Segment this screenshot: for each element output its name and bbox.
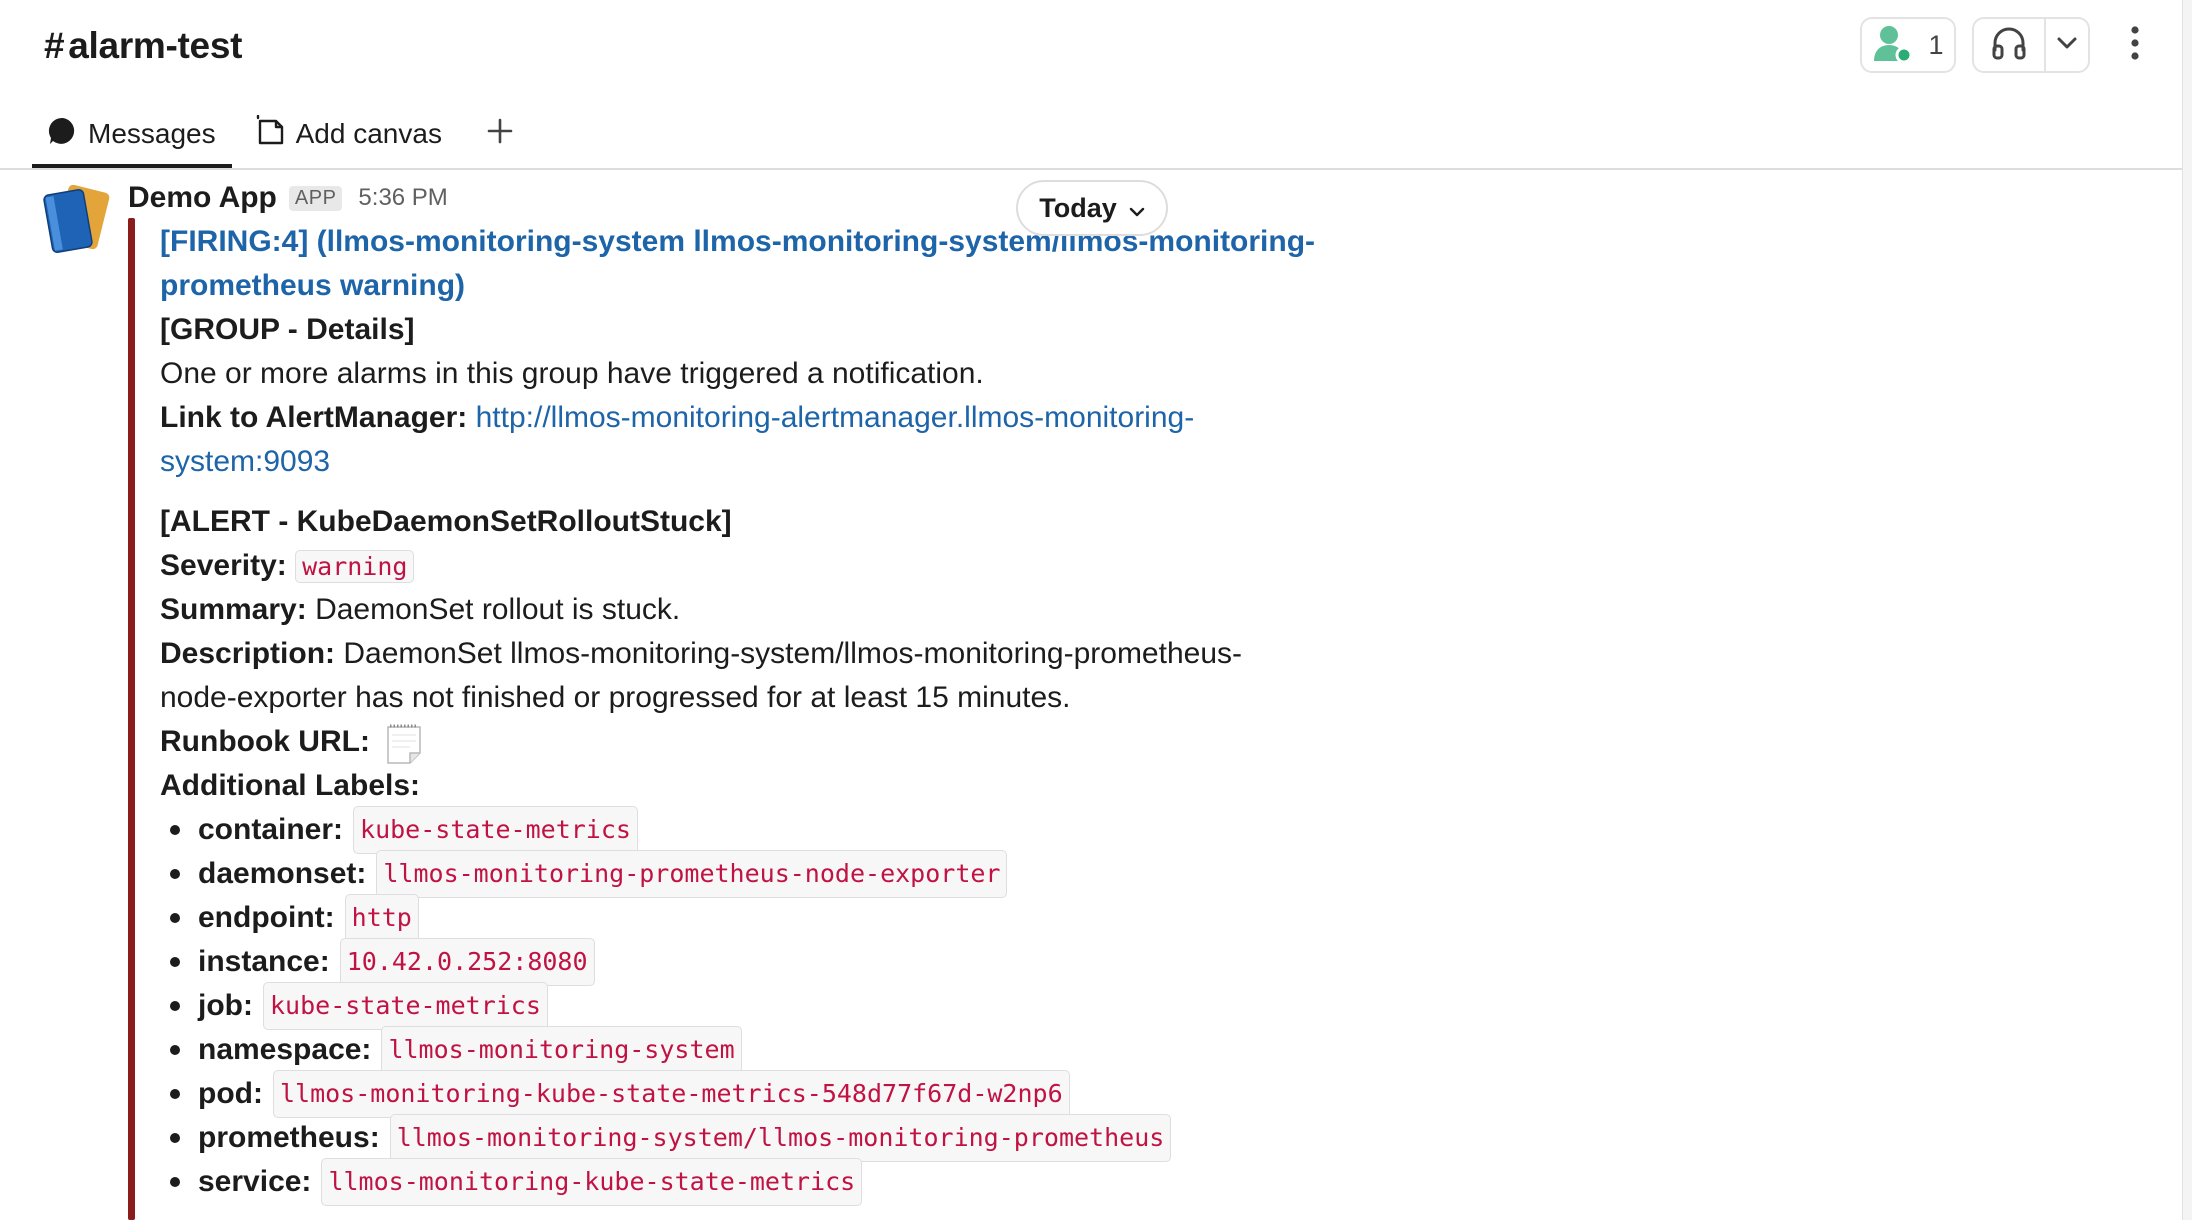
attachment-color-bar [128, 218, 135, 1220]
label-value: http [344, 894, 419, 942]
canvas-icon [256, 114, 286, 154]
label-value: kube-state-metrics [353, 806, 638, 854]
tab-add-canvas[interactable]: Add canvas [240, 104, 458, 164]
label-key: namespace: [198, 1033, 372, 1066]
label-value: 10.42.0.252:8080 [339, 938, 595, 986]
member-count: 1 [1928, 29, 1944, 60]
labels-list: container: kube-state-metrics daemonset: ll… [160, 806, 1260, 1206]
list-item: container: kube-state-metrics [160, 806, 1260, 854]
huddle-options-button[interactable] [2046, 19, 2088, 71]
list-item: endpoint: http [160, 894, 1260, 942]
description-value: DaemonSet llmos-monitoring-system/llmos-… [343, 637, 1242, 670]
chevron-down-icon [1129, 193, 1145, 224]
label-value: llmos-monitoring-system [381, 1026, 742, 1074]
labels-heading: Additional Labels: [160, 769, 421, 802]
description-value-cont: node-exporter has not finished or progre… [160, 681, 1071, 714]
scrollbar-track[interactable] [2182, 0, 2192, 1220]
group-text: One or more alarms in this group have tr… [160, 357, 984, 390]
message-attachment: [FIRING:4] (llmos-monitoring-system llmo… [160, 220, 1315, 1206]
vertical-dots-icon [2130, 25, 2140, 66]
bullet-icon [170, 1133, 180, 1143]
avatar[interactable] [40, 182, 114, 256]
tab-label: Add canvas [295, 118, 442, 149]
channel-title[interactable]: # alarm-test [44, 22, 242, 70]
huddle-button[interactable] [1974, 19, 2046, 71]
list-item: daemonset: llmos-monitoring-prometheus-no… [160, 850, 1260, 898]
notepad-icon[interactable] [384, 721, 424, 765]
bullet-icon [170, 1177, 180, 1187]
alert-title-link-cont[interactable]: prometheus warning) [160, 269, 465, 302]
plus-icon [486, 117, 514, 152]
list-item: instance: 10.42.0.252:8080 [160, 938, 1260, 986]
label-key: pod: [198, 1077, 263, 1110]
bullet-icon [170, 1045, 180, 1055]
message-header: Demo App APP 5:36 PM [128, 178, 448, 218]
list-item: job: kube-state-metrics [160, 982, 1260, 1030]
label-key: instance: [198, 945, 330, 978]
list-item: namespace: llmos-monitoring-system [160, 1026, 1260, 1074]
chevron-down-icon [2056, 36, 2078, 55]
huddle-controls [1972, 17, 2090, 73]
label-key: service: [198, 1165, 312, 1198]
alertmanager-link[interactable]: http://llmos-monitoring-alertmanager.llm… [476, 401, 1195, 434]
alertmanager-link-label: Link to AlertManager: [160, 401, 468, 434]
tab-messages[interactable]: Messages [32, 104, 232, 168]
alert-heading: [ALERT - KubeDaemonSetRolloutStuck] [160, 505, 732, 538]
summary-value: DaemonSet rollout is stuck. [315, 593, 681, 626]
bullet-icon [170, 1001, 180, 1011]
bullet-icon [170, 1089, 180, 1099]
list-item: service: llmos-monitoring-kube-state-metr… [160, 1158, 1260, 1206]
date-label: Today [1039, 192, 1117, 223]
bullet-icon [170, 957, 180, 967]
severity-label: Severity: [160, 549, 287, 582]
label-key: prometheus: [198, 1121, 380, 1154]
label-value: llmos-monitoring-system/llmos-monitoring… [389, 1114, 1172, 1162]
app-badge: APP [288, 185, 343, 211]
more-options-button[interactable] [2118, 20, 2152, 70]
channel-name: alarm-test [68, 25, 243, 66]
label-value: kube-state-metrics [262, 982, 548, 1030]
label-key: daemonset: [198, 857, 367, 890]
label-key: job: [198, 989, 253, 1022]
label-key: endpoint: [198, 901, 335, 934]
date-divider-button[interactable]: Today [1016, 180, 1168, 236]
severity-value: warning [295, 550, 415, 583]
channel-tabs: Messages Add canvas [32, 104, 524, 168]
label-key: container: [198, 813, 344, 846]
member-avatar-icon [1872, 23, 1914, 68]
hash-icon: # [44, 25, 65, 66]
label-value: llmos-monitoring-kube-state-metrics-548d… [272, 1070, 1070, 1118]
bullet-icon [170, 869, 180, 879]
summary-label: Summary: [160, 593, 307, 626]
add-tab-button[interactable] [476, 104, 524, 164]
runbook-label: Runbook URL: [160, 725, 370, 758]
bullet-icon [170, 913, 180, 923]
list-item: prometheus: llmos-monitoring-system/llmos… [160, 1114, 1260, 1162]
alertmanager-link-cont[interactable]: system:9093 [160, 445, 330, 478]
members-button[interactable]: 1 [1860, 17, 1956, 73]
tab-label: Messages [88, 118, 216, 149]
label-value: llmos-monitoring-kube-state-metrics [321, 1158, 863, 1206]
group-heading: [GROUP - Details] [160, 313, 415, 346]
message-timestamp[interactable]: 5:36 PM [358, 184, 447, 212]
description-label: Description: [160, 637, 336, 670]
book-icon [43, 184, 110, 253]
label-value: llmos-monitoring-prometheus-node-exporte… [376, 850, 1008, 898]
sender-name[interactable]: Demo App [128, 181, 277, 215]
list-item: pod: llmos-monitoring-kube-state-metrics-… [160, 1070, 1260, 1118]
message-bubble-icon [48, 116, 78, 153]
bullet-icon [170, 825, 180, 835]
tabs-divider [0, 168, 2182, 170]
headphones-icon [1991, 26, 2027, 65]
